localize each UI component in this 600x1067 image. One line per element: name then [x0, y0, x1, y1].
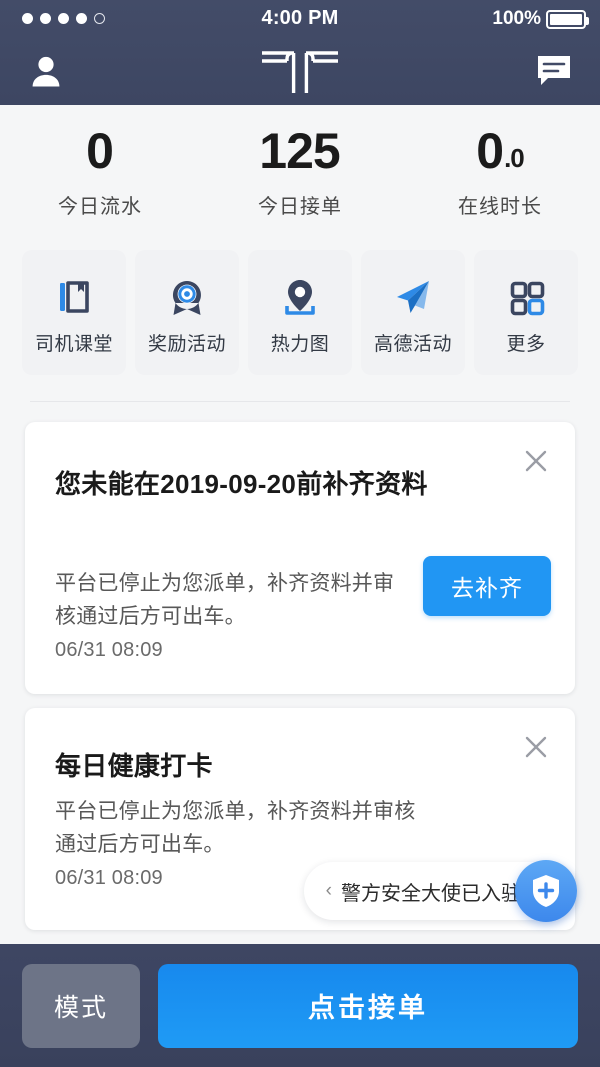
quick-action-label: 高德活动: [373, 334, 452, 355]
stat-value: 0.0: [476, 123, 524, 179]
stat-label: 在线时长: [458, 196, 542, 218]
stat-label: 今日流水: [58, 196, 142, 218]
stat-value: 0: [86, 123, 114, 179]
quick-action-grid: 司机课堂 奖励活动 热力图 高德活动 更多: [22, 250, 578, 375]
battery-percent-label: 100%: [492, 8, 541, 29]
nav-bar: [0, 38, 600, 105]
badge-target-icon: [165, 269, 209, 325]
go-complete-button[interactable]: 去补齐: [423, 556, 551, 616]
paper-plane-icon: [391, 269, 435, 325]
safety-fab-button[interactable]: [515, 860, 577, 922]
quick-action-rewards[interactable]: 奖励活动: [135, 250, 239, 375]
quick-action-label: 热力图: [270, 334, 330, 355]
close-icon[interactable]: [519, 730, 553, 764]
app-logo: [0, 44, 600, 100]
status-bar-right: 100%: [492, 8, 589, 30]
safety-widget[interactable]: ‹ 警方安全大使已入驻: [303, 860, 577, 922]
card-message: 平台已停止为您派单，补齐资料并审核通过后方可出车。: [55, 572, 395, 628]
battery-icon: [546, 9, 589, 29]
card-title: 每日健康打卡: [55, 751, 213, 781]
t3-logo-icon: [262, 51, 338, 93]
close-icon[interactable]: [519, 444, 553, 478]
book-icon: [52, 269, 96, 325]
bottom-action-bar: 模式 点击接单: [0, 944, 600, 1067]
message-bubble-icon: [538, 56, 570, 85]
card-timestamp: 06/31 08:09: [55, 639, 163, 662]
messages-button[interactable]: [532, 52, 576, 92]
app-header: 4:00 PM 100%: [0, 0, 600, 105]
stat-today-revenue[interactable]: 0 今日流水: [0, 105, 200, 240]
section-divider: [30, 401, 570, 402]
stat-online-hours[interactable]: 0.0 在线时长: [400, 105, 600, 240]
quick-action-driver-class[interactable]: 司机课堂: [22, 250, 126, 375]
quick-action-more[interactable]: 更多: [474, 250, 578, 375]
notification-card[interactable]: 您未能在2019-09-20前补齐资料 平台已停止为您派单，补齐资料并审核通过后…: [25, 422, 575, 694]
quick-action-label: 更多: [506, 334, 546, 355]
shield-plus-icon: [533, 875, 559, 907]
grid-more-icon: [504, 269, 548, 325]
quick-action-amap-events[interactable]: 高德活动: [361, 250, 465, 375]
stat-value: 125: [259, 123, 340, 179]
accept-order-button[interactable]: 点击接单: [158, 963, 578, 1048]
app-root: 4:00 PM 100% 0 今日流水 125 今日接单 0 .0 在线时长 司…: [0, 0, 600, 1067]
card-body: 平台已停止为您派单，补齐资料并审核通过后方可出车。 06/31 08:09: [55, 568, 415, 666]
card-title: 您未能在2019-09-20前补齐资料: [55, 469, 428, 499]
safety-pill-label: 警方安全大使已入驻: [341, 882, 521, 905]
status-bar: 4:00 PM 100%: [0, 0, 600, 38]
chevron-left-icon: ‹: [325, 880, 332, 901]
mode-button[interactable]: 模式: [22, 963, 140, 1048]
stat-label: 今日接单: [258, 196, 342, 218]
map-pin-icon: [278, 269, 322, 325]
stats-row: 0 今日流水 125 今日接单 0.0 在线时长: [0, 105, 600, 240]
stat-today-orders[interactable]: 125 今日接单: [200, 105, 400, 240]
quick-action-label: 司机课堂: [34, 334, 113, 355]
card-message: 平台已停止为您派单，补齐资料并审核通过后方可出车。: [55, 800, 416, 856]
quick-action-label: 奖励活动: [147, 334, 226, 355]
quick-action-heatmap[interactable]: 热力图: [248, 250, 352, 375]
